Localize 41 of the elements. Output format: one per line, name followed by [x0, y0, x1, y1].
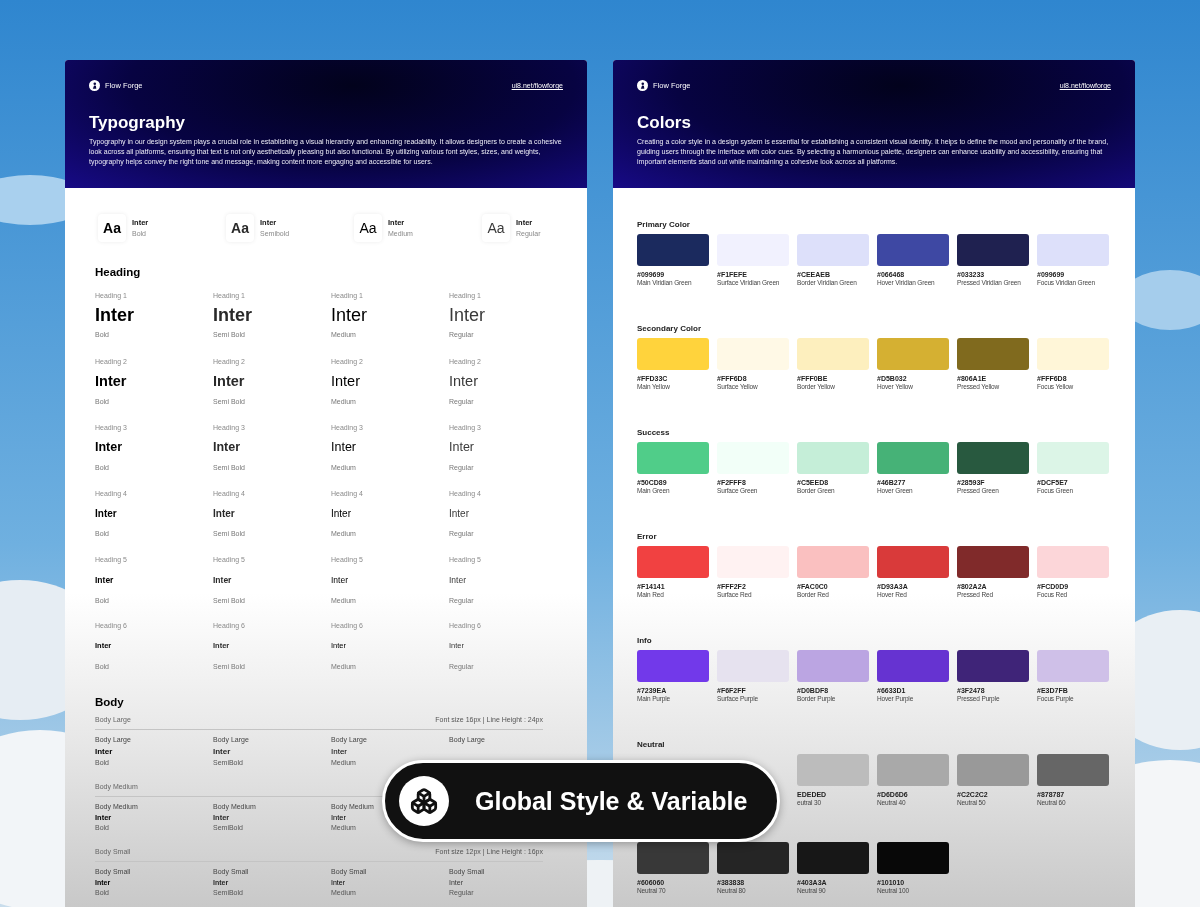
heading-sample: Inter: [95, 374, 127, 389]
brand-logo-icon: [89, 80, 100, 91]
palette-title: Secondary Color: [637, 324, 702, 334]
cubes-icon: [399, 776, 449, 826]
font-sample: Aa: [226, 214, 254, 243]
heading-sample: Inter: [213, 509, 235, 520]
body-sample: Inter: [95, 747, 113, 756]
heading-sample: Inter: [95, 306, 134, 325]
section-title: Body: [95, 696, 125, 709]
palette-title: Error: [637, 532, 658, 542]
page-title: Typography: [89, 113, 187, 133]
font-sample: Aa: [98, 214, 126, 243]
section-title: Heading: [95, 266, 142, 279]
font-sample: Aa: [482, 214, 510, 243]
heading-sample: Inter: [331, 509, 351, 520]
heading-sample: Inter: [213, 576, 232, 585]
heading-sample: Inter: [95, 441, 123, 454]
heading-sample: Inter: [449, 576, 466, 585]
heading-sample: Inter: [331, 306, 368, 325]
heading-sample: Inter: [331, 576, 348, 585]
heading-sample: Inter: [449, 374, 478, 389]
heading-sample: Inter: [213, 374, 245, 389]
heading-sample: Inter: [95, 576, 114, 585]
heading-sample: Inter: [449, 441, 474, 454]
page-title: Colors: [637, 113, 692, 133]
palette-title: Primary Color: [637, 220, 691, 230]
heading-sample: Inter: [331, 374, 360, 389]
heading-sample: Inter: [449, 306, 486, 325]
heading-sample: Inter: [331, 441, 356, 454]
brand-logo-icon: [637, 80, 648, 91]
palette-title: Info: [637, 636, 653, 646]
body-sample: Inter: [331, 747, 347, 756]
body-sample: Inter: [213, 747, 231, 756]
badge-title: Global Style & Variable: [475, 786, 748, 816]
heading-sample: Inter: [95, 509, 117, 520]
heading-sample: Inter: [449, 509, 469, 520]
font-sample: Aa: [354, 214, 382, 243]
palette-title: Success: [637, 428, 671, 438]
palette-title: Neutral: [637, 740, 666, 750]
heading-sample: Inter: [213, 306, 252, 325]
heading-sample: Inter: [213, 441, 241, 454]
